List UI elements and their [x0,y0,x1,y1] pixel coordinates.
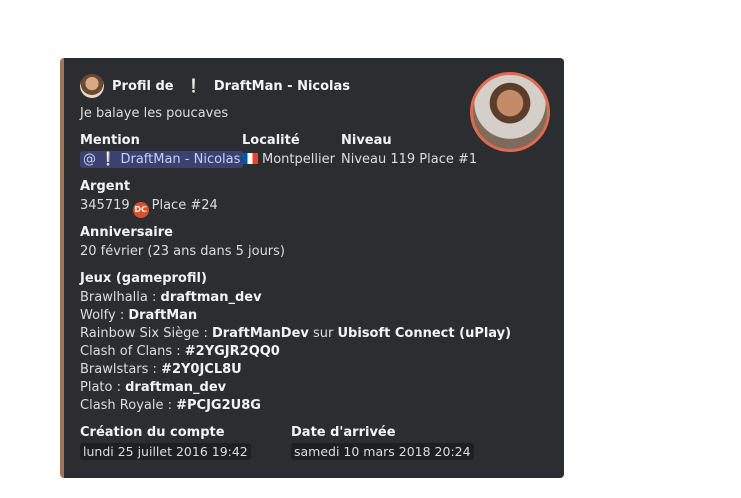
embed-description: Je balaye les poucaves [80,106,229,121]
game-line: Brawlstars : #2Y0JCL8U [80,362,242,377]
field-name-anniversaire: Anniversaire [80,225,173,240]
embed-author: Profil de ❕ DraftMan - Nicolas [80,74,350,98]
game-line: Wolfy : DraftMan [80,308,198,323]
field-value-anniversaire: 20 février (23 ans dans 5 jours) [80,244,285,259]
coin-icon: DC [132,202,149,218]
exclamation-icon: ❕ [100,152,117,167]
game-line: Brawlhalla : draftman_dev [80,290,262,305]
user-mention[interactable]: @ ❕ DraftMan - Nicolas [80,151,244,168]
profile-thumbnail[interactable] [470,72,550,152]
author-name[interactable]: Profil de ❕ DraftMan - Nicolas [112,79,350,94]
field-name-creation: Création du compte [80,425,225,440]
field-name-arrivee: Date d'arrivée [291,425,396,440]
author-username: DraftMan - Nicolas [213,78,351,94]
exclamation-icon: ❕ [185,78,202,94]
field-value-arrivee[interactable]: samedi 10 mars 2018 20:24 [291,443,474,460]
field-value-mention[interactable]: @ ❕ DraftMan - Nicolas [80,151,244,168]
france-flag-icon [242,153,258,164]
field-name-localite: Localité [242,133,300,148]
field-name-niveau: Niveau [341,133,392,148]
field-value-niveau: Niveau 119 Place #1 [341,152,478,167]
profile-embed: Profil de ❕ DraftMan - Nicolas Je balaye… [60,58,564,478]
field-value-localite: Montpellier [242,152,335,167]
field-value-argent: 345719 DC Place #24 [80,198,218,218]
author-avatar[interactable] [80,74,104,98]
game-line: Clash Royale : #PCJG2U8G [80,398,261,413]
game-line: Rainbow Six Siège : DraftManDev sur Ubis… [80,326,512,341]
game-line: Clash of Clans : #2YGJR2QQ0 [80,344,280,359]
timestamp[interactable]: samedi 10 mars 2018 20:24 [291,443,474,460]
author-prefix: Profil de [112,78,174,94]
timestamp[interactable]: lundi 25 juillet 2016 19:42 [80,443,251,460]
game-line: Plato : draftman_dev [80,380,227,395]
field-name-argent: Argent [80,179,131,194]
field-name-jeux: Jeux (gameprofil) [80,271,207,286]
field-value-creation[interactable]: lundi 25 juillet 2016 19:42 [80,443,251,460]
field-name-mention: Mention [80,133,140,148]
